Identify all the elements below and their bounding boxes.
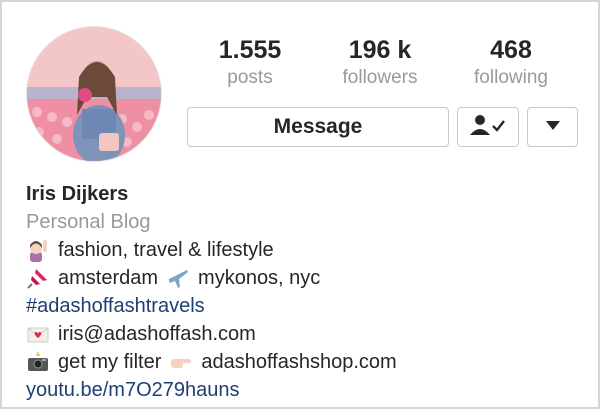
- stat-posts[interactable]: 1.555 posts: [195, 36, 305, 90]
- website-link[interactable]: youtu.be/m7O279hauns: [26, 376, 582, 404]
- profile-category: Personal Blog: [26, 211, 151, 233]
- bio-line-filter: get my filter adashoffashshop.com: [26, 348, 582, 376]
- bio-line-locations: amsterdam mykonos, nyc: [26, 264, 582, 292]
- filter-text-a: get my filter: [58, 351, 162, 373]
- stat-followers[interactable]: 196 k followers: [325, 36, 435, 90]
- hashtag-link[interactable]: #adashoffashtravels: [26, 292, 582, 320]
- stat-following[interactable]: 468 following: [456, 36, 566, 90]
- pointing-right-emoji-icon: [169, 350, 193, 374]
- caret-down-icon: [545, 118, 560, 136]
- profile-name: Iris Dijkers: [26, 183, 129, 205]
- posts-count: 1.555: [218, 36, 282, 64]
- bio: Iris Dijkers Personal Blog fashion, trav…: [26, 180, 582, 404]
- bio-line-interests: fashion, travel & lifestyle: [26, 236, 582, 264]
- followers-label: followers: [342, 67, 418, 88]
- bio-line-email: iris@adashoffash.com: [26, 320, 582, 348]
- following-label: following: [474, 67, 548, 88]
- followers-count: 196 k: [348, 36, 412, 64]
- profile-header: 1.555 posts 196 k followers 468 followin…: [0, 0, 600, 409]
- filter-text-b[interactable]: adashoffashshop.com: [201, 348, 396, 376]
- locations-text-b: mykonos, nyc: [198, 267, 321, 289]
- person-check-icon: [470, 114, 506, 141]
- more-options-button[interactable]: [527, 107, 578, 147]
- posts-label: posts: [227, 67, 273, 88]
- avatar-photo: [27, 27, 161, 161]
- locations-text-a: amsterdam: [58, 267, 159, 289]
- envelope-heart-emoji-icon: [26, 322, 50, 346]
- woman-raising-hand-emoji-icon: [26, 238, 50, 262]
- following-count: 468: [490, 36, 532, 64]
- camera-flash-emoji-icon: [26, 350, 50, 374]
- message-button[interactable]: Message: [187, 107, 449, 147]
- interests-text: fashion, travel & lifestyle: [58, 239, 274, 261]
- avatar[interactable]: [26, 26, 162, 162]
- pushpin-emoji-icon: [26, 266, 50, 290]
- following-toggle-button[interactable]: [457, 107, 519, 147]
- airplane-emoji-icon: [166, 266, 190, 290]
- email-text[interactable]: iris@adashoffash.com: [58, 320, 256, 348]
